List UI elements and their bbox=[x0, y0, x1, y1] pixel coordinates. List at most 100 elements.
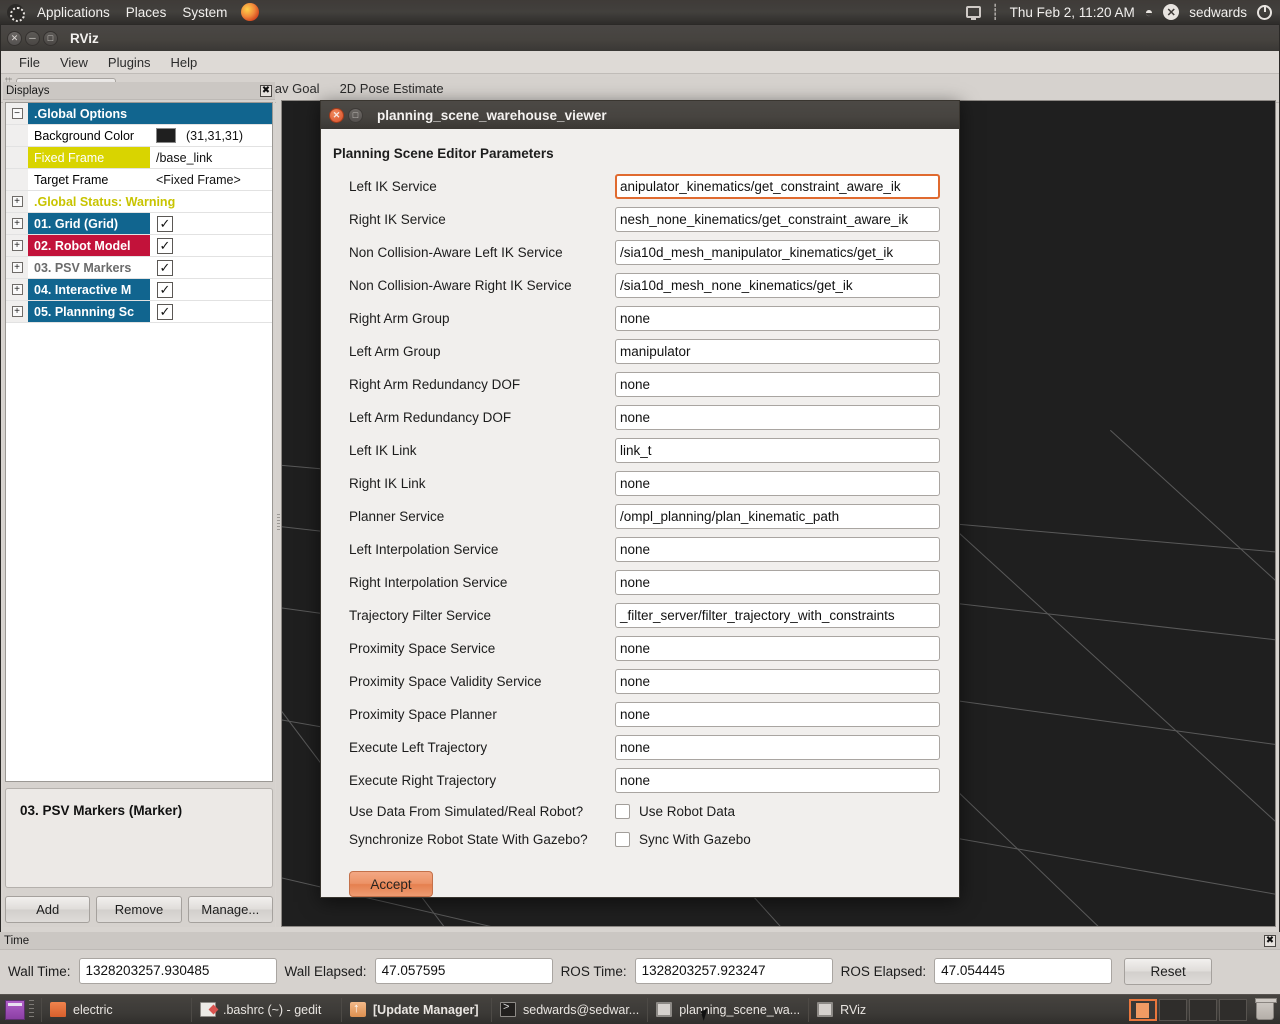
execute-left-trajectory-input[interactable]: none bbox=[615, 735, 940, 760]
menu-help[interactable]: Help bbox=[161, 53, 208, 72]
rviz-minimize-button[interactable]: ─ bbox=[25, 30, 40, 46]
power-icon[interactable] bbox=[1257, 4, 1272, 20]
task-rviz[interactable]: RViz bbox=[808, 997, 958, 1022]
ros-elapsed-input[interactable]: 47.054445 bbox=[934, 958, 1113, 984]
display-row-fixed-frame[interactable]: Fixed Frame /base_link bbox=[6, 147, 272, 169]
menu-system[interactable]: System bbox=[174, 3, 235, 22]
left-ik-link-input[interactable]: link_t bbox=[615, 438, 940, 463]
task-update-manager[interactable]: [Update Manager] bbox=[341, 997, 491, 1022]
display-row-interactive-markers[interactable]: + 04. Interactive M ✓ bbox=[6, 279, 272, 301]
execute-right-trajectory-input[interactable]: none bbox=[615, 768, 940, 793]
messaging-icon[interactable]: ✕ bbox=[1163, 4, 1180, 20]
dialog-maximize-button[interactable]: □ bbox=[348, 107, 363, 123]
display-row-global-status[interactable]: + .Global Status: Warning bbox=[6, 191, 272, 213]
displays-dock-close-icon[interactable]: ✖ bbox=[260, 84, 272, 97]
color-swatch-icon[interactable] bbox=[156, 128, 176, 143]
right-interpolation-service-input[interactable]: none bbox=[615, 570, 940, 595]
display-row-planning-scene[interactable]: + 05. Plannning Sc ✓ bbox=[6, 301, 272, 323]
trajectory-filter-service-input[interactable]: _filter_server/filter_trajectory_with_co… bbox=[615, 603, 940, 628]
rviz-maximize-button[interactable]: □ bbox=[43, 30, 58, 46]
right-arm-group-input[interactable]: none bbox=[615, 306, 940, 331]
display-enabled-container[interactable]: ✓ bbox=[150, 279, 272, 300]
task-bashrc-gedit[interactable]: .bashrc (~) - gedit bbox=[191, 997, 341, 1022]
display-enabled-container[interactable]: ✓ bbox=[150, 301, 272, 322]
dialog-titlebar[interactable]: ✕ □ planning_scene_warehouse_viewer bbox=[321, 101, 959, 129]
expander-minus-icon[interactable]: − bbox=[6, 103, 28, 124]
task-planning-scene[interactable]: planning_scene_wa... bbox=[647, 997, 808, 1022]
left-interpolation-service-input[interactable]: none bbox=[615, 537, 940, 562]
display-enabled-checkbox[interactable]: ✓ bbox=[157, 259, 173, 276]
expander-plus-icon[interactable]: + bbox=[6, 257, 28, 278]
remove-display-button[interactable]: Remove bbox=[96, 896, 182, 923]
workspace-3[interactable] bbox=[1189, 998, 1217, 1021]
display-row-background-color[interactable]: Background Color (31,31,31) bbox=[6, 125, 272, 147]
displays-tree[interactable]: − .Global Options Background Color (31,3… bbox=[5, 102, 273, 782]
right-arm-redundancy-dof-input[interactable]: none bbox=[615, 372, 940, 397]
display-row-global-options[interactable]: − .Global Options bbox=[6, 103, 272, 125]
menu-places[interactable]: Places bbox=[118, 3, 175, 22]
clock-label[interactable]: Thu Feb 2, 11:20 AM bbox=[1010, 5, 1135, 20]
workspace-1[interactable] bbox=[1129, 998, 1157, 1021]
expander-plus-icon[interactable]: + bbox=[6, 213, 28, 234]
non-collision-right-ik-input[interactable]: /sia10d_mesh_none_kinematics/get_ik bbox=[615, 273, 940, 298]
panel-splitter[interactable] bbox=[276, 100, 281, 927]
task-terminal[interactable]: sedwards@sedwar... bbox=[491, 997, 647, 1022]
wall-elapsed-input[interactable]: 47.057595 bbox=[374, 958, 553, 984]
use-robot-data-checkbox[interactable] bbox=[615, 803, 630, 819]
menu-view[interactable]: View bbox=[50, 53, 98, 72]
reset-button[interactable]: Reset bbox=[1124, 957, 1213, 985]
display-enabled-checkbox[interactable]: ✓ bbox=[157, 303, 173, 320]
proximity-space-service-input[interactable]: none bbox=[615, 636, 940, 661]
add-display-button[interactable]: Add bbox=[5, 896, 91, 923]
menu-plugins[interactable]: Plugins bbox=[98, 53, 161, 72]
display-row-robot-model[interactable]: + 02. Robot Model ✓ bbox=[6, 235, 272, 257]
wall-time-input[interactable]: 1328203257.930485 bbox=[78, 958, 277, 984]
task-electric[interactable]: electric bbox=[41, 997, 191, 1022]
display-enabled-checkbox[interactable]: ✓ bbox=[157, 215, 173, 232]
accept-button[interactable]: Accept bbox=[349, 871, 433, 897]
planner-service-input[interactable]: /ompl_planning/plan_kinematic_path bbox=[615, 504, 940, 529]
tool-2d-pose-estimate[interactable]: 2D Pose Estimate bbox=[330, 78, 454, 99]
dialog-close-button[interactable]: ✕ bbox=[329, 107, 344, 123]
expander-plus-icon[interactable]: + bbox=[6, 301, 28, 322]
display-enabled-checkbox[interactable]: ✓ bbox=[157, 237, 173, 254]
show-desktop-icon[interactable] bbox=[5, 999, 25, 1020]
bluetooth-icon[interactable]: ┊ bbox=[991, 3, 1000, 21]
monitor-icon[interactable] bbox=[965, 6, 981, 20]
display-enabled-container[interactable]: ✓ bbox=[150, 257, 272, 278]
display-enabled-container[interactable]: ✓ bbox=[150, 235, 272, 256]
display-value-container[interactable]: (31,31,31) bbox=[150, 125, 272, 146]
rviz-close-button[interactable]: ✕ bbox=[7, 30, 22, 46]
left-arm-redundancy-dof-input[interactable]: none bbox=[615, 405, 940, 430]
display-enabled-container[interactable]: ✓ bbox=[150, 213, 272, 234]
firefox-icon[interactable] bbox=[241, 3, 260, 21]
expander-plus-icon[interactable]: + bbox=[6, 279, 28, 300]
left-ik-service-input[interactable]: anipulator_kinematics/get_constraint_awa… bbox=[615, 174, 940, 199]
proximity-space-planner-input[interactable]: none bbox=[615, 702, 940, 727]
right-ik-service-input[interactable]: nesh_none_kinematics/get_constraint_awar… bbox=[615, 207, 940, 232]
taskbar-grip-icon[interactable] bbox=[29, 999, 34, 1020]
rviz-titlebar[interactable]: ✕ ─ □ RViz bbox=[1, 25, 1279, 51]
workspace-2[interactable] bbox=[1159, 998, 1187, 1021]
right-ik-link-input[interactable]: none bbox=[615, 471, 940, 496]
left-arm-group-input[interactable]: manipulator bbox=[615, 339, 940, 364]
manage-displays-button[interactable]: Manage... bbox=[187, 896, 273, 923]
menu-file[interactable]: File bbox=[9, 53, 50, 72]
proximity-space-validity-service-input[interactable]: none bbox=[615, 669, 940, 694]
expander-plus-icon[interactable]: + bbox=[6, 191, 28, 212]
display-row-target-frame[interactable]: Target Frame <Fixed Frame> bbox=[6, 169, 272, 191]
workspace-4[interactable] bbox=[1219, 998, 1247, 1021]
menu-applications[interactable]: Applications bbox=[29, 3, 118, 22]
display-enabled-checkbox[interactable]: ✓ bbox=[157, 281, 173, 298]
ubuntu-logo-icon[interactable] bbox=[7, 3, 25, 22]
display-row-grid[interactable]: + 01. Grid (Grid) ✓ bbox=[6, 213, 272, 235]
display-row-psv-markers[interactable]: + 03. PSV Markers ✓ bbox=[6, 257, 272, 279]
wifi-icon[interactable]: ◓ bbox=[1145, 4, 1153, 20]
display-value[interactable]: /base_link bbox=[150, 147, 272, 168]
user-label[interactable]: sedwards bbox=[1189, 5, 1247, 20]
time-dock-close-icon[interactable]: ✖ bbox=[1264, 934, 1276, 947]
trash-icon[interactable] bbox=[1255, 997, 1277, 1020]
non-collision-left-ik-input[interactable]: /sia10d_mesh_manipulator_kinematics/get_… bbox=[615, 240, 940, 265]
sync-with-gazebo-checkbox[interactable] bbox=[615, 831, 630, 847]
expander-plus-icon[interactable]: + bbox=[6, 235, 28, 256]
